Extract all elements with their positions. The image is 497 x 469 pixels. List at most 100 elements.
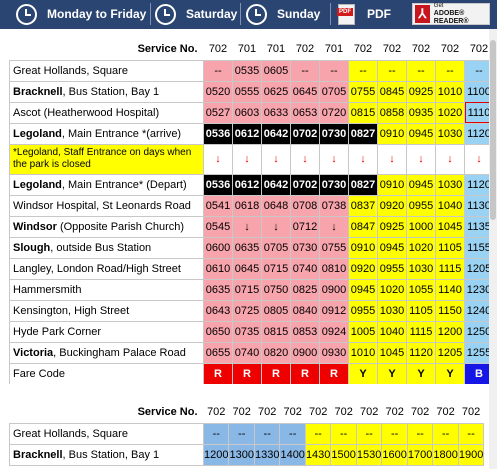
- stop-name: Slough, outside Bus Station: [9, 236, 204, 259]
- stop-detail: Hammersmith: [13, 283, 82, 296]
- stop-name: Great Hollands, Square: [9, 422, 204, 445]
- fare-code: R: [232, 362, 262, 385]
- tab-saturday[interactable]: Saturday: [155, 2, 237, 26]
- departure-time: 1430: [304, 443, 332, 466]
- departure-time: 0740: [290, 257, 320, 280]
- departure-time: 0708: [290, 194, 320, 217]
- departure-time: 1040: [377, 320, 407, 343]
- departure-time: 0740: [232, 341, 262, 364]
- departure-time: --: [279, 422, 306, 445]
- reader-name-text: ADOBE® READER®: [433, 10, 469, 25]
- departure-time: 0655: [203, 341, 233, 364]
- departure-time: 0536: [203, 122, 233, 145]
- departure-time: 0945: [406, 122, 436, 145]
- down-arrow-icon: ↓: [232, 143, 262, 175]
- departure-time: 0925: [377, 215, 407, 238]
- departure-time: 1900: [457, 443, 485, 466]
- departure-time: 0847: [348, 215, 378, 238]
- tab-sunday[interactable]: Sunday: [246, 2, 320, 26]
- service-number: 702: [232, 406, 251, 419]
- stop-name: Langley, London Road/High Street: [9, 257, 204, 280]
- departure-time: ↓: [319, 215, 349, 238]
- departure-time: 1300: [228, 443, 255, 466]
- stop-detail: Langley, London Road/High Street: [13, 262, 181, 275]
- departure-time: 1045: [435, 215, 465, 238]
- departure-time: 0705: [261, 236, 291, 259]
- departure-time: 1115: [435, 257, 465, 280]
- departure-time: 0820: [261, 341, 291, 364]
- table-row: Legoland, Main Entrance* (Depart) 0536 061…: [9, 173, 494, 196]
- stop-detail: (Opposite Parish Church): [56, 220, 185, 233]
- nav-divider: [240, 3, 241, 25]
- departure-time: 0635: [232, 236, 262, 259]
- departure-time: 1010: [435, 80, 465, 103]
- stop-detail: , Bus Station, Bay 1: [62, 85, 160, 98]
- departure-time: 0840: [290, 299, 320, 322]
- scrollbar-thumb[interactable]: [490, 40, 496, 220]
- departure-time: --: [253, 422, 281, 445]
- departure-time: 0541: [203, 194, 233, 217]
- staff-entrance-note-row: *Legoland, Staff Entrance on days when t…: [9, 143, 494, 175]
- departure-time: 0643: [203, 299, 233, 322]
- departure-time: 1105: [435, 236, 465, 259]
- departure-time: --: [457, 422, 485, 445]
- stop-town: Slough: [13, 241, 51, 254]
- stop-detail: Kensington, High Street: [13, 304, 130, 317]
- stop-name: Windsor (Opposite Parish Church): [9, 215, 204, 238]
- table-row: Langley, London Road/High Street 0610 0645…: [9, 257, 494, 280]
- table-row: Bracknell, Bus Station, Bay 1 1200 1300 133…: [9, 443, 485, 466]
- reader-get-text: Get: [433, 3, 444, 9]
- stop-name: Ascot (Heatherwood Hospital): [9, 101, 204, 124]
- departure-time: 0815: [261, 320, 291, 343]
- stop-name: Hammersmith: [9, 278, 204, 301]
- departure-time: 0755: [319, 236, 349, 259]
- departure-time: 0618: [232, 194, 262, 217]
- departure-time: 1020: [377, 278, 407, 301]
- departure-time: 0612: [232, 122, 262, 145]
- table-row: Hyde Park Corner 0650 0735 0815 0853 0924 1005…: [9, 320, 494, 343]
- stop-town: Victoria: [13, 346, 54, 359]
- departure-time: 0910: [377, 122, 407, 145]
- departure-time: 0645: [290, 80, 320, 103]
- service-number: 701: [324, 43, 344, 56]
- departure-time: 0920: [348, 257, 378, 280]
- departure-time: 0845: [377, 80, 407, 103]
- stop-detail: Great Hollands, Square: [13, 64, 128, 77]
- departure-time: 0900: [319, 278, 349, 301]
- departure-time: 0600: [203, 236, 233, 259]
- departure-time: 0945: [406, 173, 436, 196]
- get-adobe-reader-link[interactable]: ⅄ Get ADOBE® READER®: [412, 3, 490, 25]
- departure-time: 0645: [232, 257, 262, 280]
- departure-time: --: [290, 59, 320, 82]
- departure-time: 0702: [290, 173, 320, 196]
- departure-time: 0805: [261, 299, 291, 322]
- departure-time: 0955: [348, 299, 378, 322]
- stop-detail: , Main Entrance *(arrive): [61, 127, 182, 140]
- clock-icon: [155, 3, 176, 25]
- tab-monday-to-friday[interactable]: Monday to Friday: [16, 2, 146, 26]
- departure-time: 1600: [381, 443, 408, 466]
- stop-name: Windsor Hospital, St Leonards Road: [9, 194, 204, 217]
- departure-time: 0612: [232, 173, 262, 196]
- timetable-weekday-midday: Service No. 702 702 702 702 702 702 702 702 702 70…: [9, 402, 485, 466]
- stop-name: Hyde Park Corner: [9, 320, 204, 343]
- tab-label: Sunday: [277, 7, 321, 21]
- pdf-download-link[interactable]: PDF PDF: [337, 2, 391, 26]
- table-row: Hammersmith 0635 0715 0750 0825 0900 0945 1020 1…: [9, 278, 494, 301]
- departure-time: 0900: [290, 341, 320, 364]
- table-row: Windsor (Opposite Parish Church) 0545 ↓ ↓ 07…: [9, 215, 494, 238]
- departure-time: 0735: [232, 320, 262, 343]
- stop-name: Great Hollands, Square: [9, 59, 204, 82]
- departure-time: 0545: [203, 215, 233, 238]
- table-row: Bracknell, Bus Station, Bay 1 0520 0555 062…: [9, 80, 494, 103]
- departure-time: 0810: [319, 257, 349, 280]
- down-arrow-icon: ↓: [406, 143, 436, 175]
- departure-time: 0712: [290, 215, 320, 238]
- departure-time: 1205: [435, 341, 465, 364]
- table-row: Great Hollands, Square -- 0535 0605 -- -- -- --…: [9, 59, 494, 82]
- down-arrow-icon: ↓: [290, 143, 320, 175]
- departure-time: 0920: [377, 194, 407, 217]
- departure-time: 0705: [319, 80, 349, 103]
- service-number-row: Service No. 702 701 701 702 701 702 702 702 702 70…: [10, 39, 494, 60]
- departure-time: 0536: [203, 173, 233, 196]
